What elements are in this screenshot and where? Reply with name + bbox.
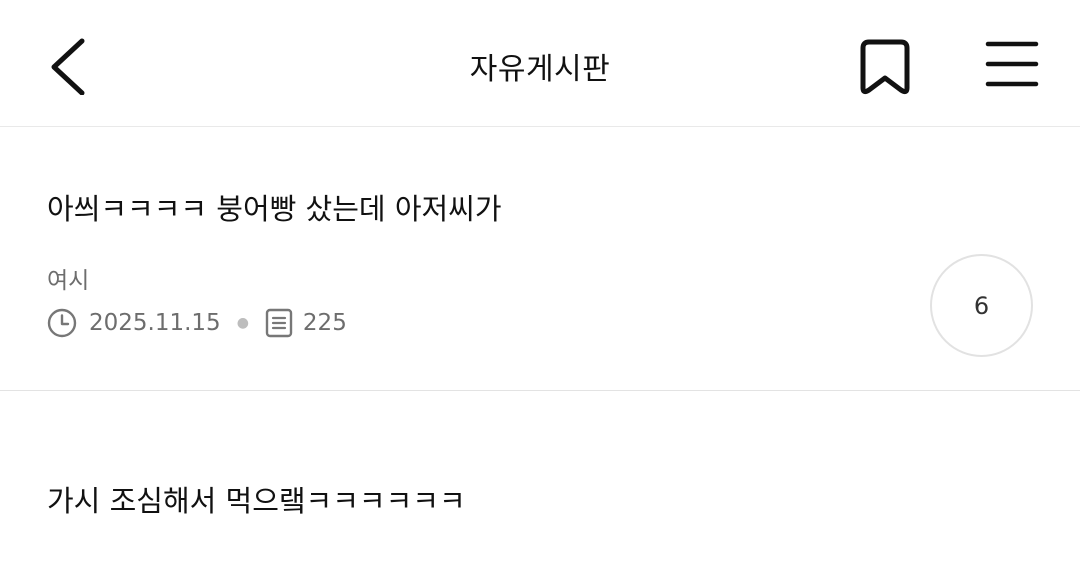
- chevron-left-icon: [51, 38, 85, 95]
- post-title[interactable]: 아씌ㅋㅋㅋㅋ 붕어빵 샀는데 아저씨가: [47, 186, 502, 228]
- comment-count-badge[interactable]: 6: [930, 254, 1033, 357]
- post-meta: 2025.11.15 ● 225: [47, 307, 347, 339]
- post-date: 2025.11.15: [89, 310, 221, 336]
- menu-button[interactable]: [980, 36, 1044, 92]
- top-app-bar: 자유게시판: [0, 0, 1080, 127]
- document-icon: [265, 308, 293, 338]
- post-title[interactable]: 가시 조심해서 먹으랰ㅋㅋㅋㅋㅋㅋ: [47, 478, 466, 520]
- bookmark-button[interactable]: [855, 34, 915, 98]
- bookmark-icon: [860, 39, 910, 95]
- separator-dot: ●: [236, 315, 249, 331]
- page-title: 자유게시판: [469, 52, 611, 87]
- hamburger-menu-icon: [985, 41, 1039, 87]
- post-views: 225: [302, 310, 347, 336]
- list-item[interactable]: 가시 조심해서 먹으랰ㅋㅋㅋㅋㅋㅋ: [0, 392, 1080, 561]
- list-item[interactable]: 아씌ㅋㅋㅋㅋ 붕어빵 샀는데 아저씨가 여시 2025.11.15 ● 225 …: [0, 127, 1080, 391]
- clock-icon: [47, 308, 77, 338]
- post-author: 여시: [47, 268, 90, 294]
- back-button[interactable]: [40, 30, 100, 100]
